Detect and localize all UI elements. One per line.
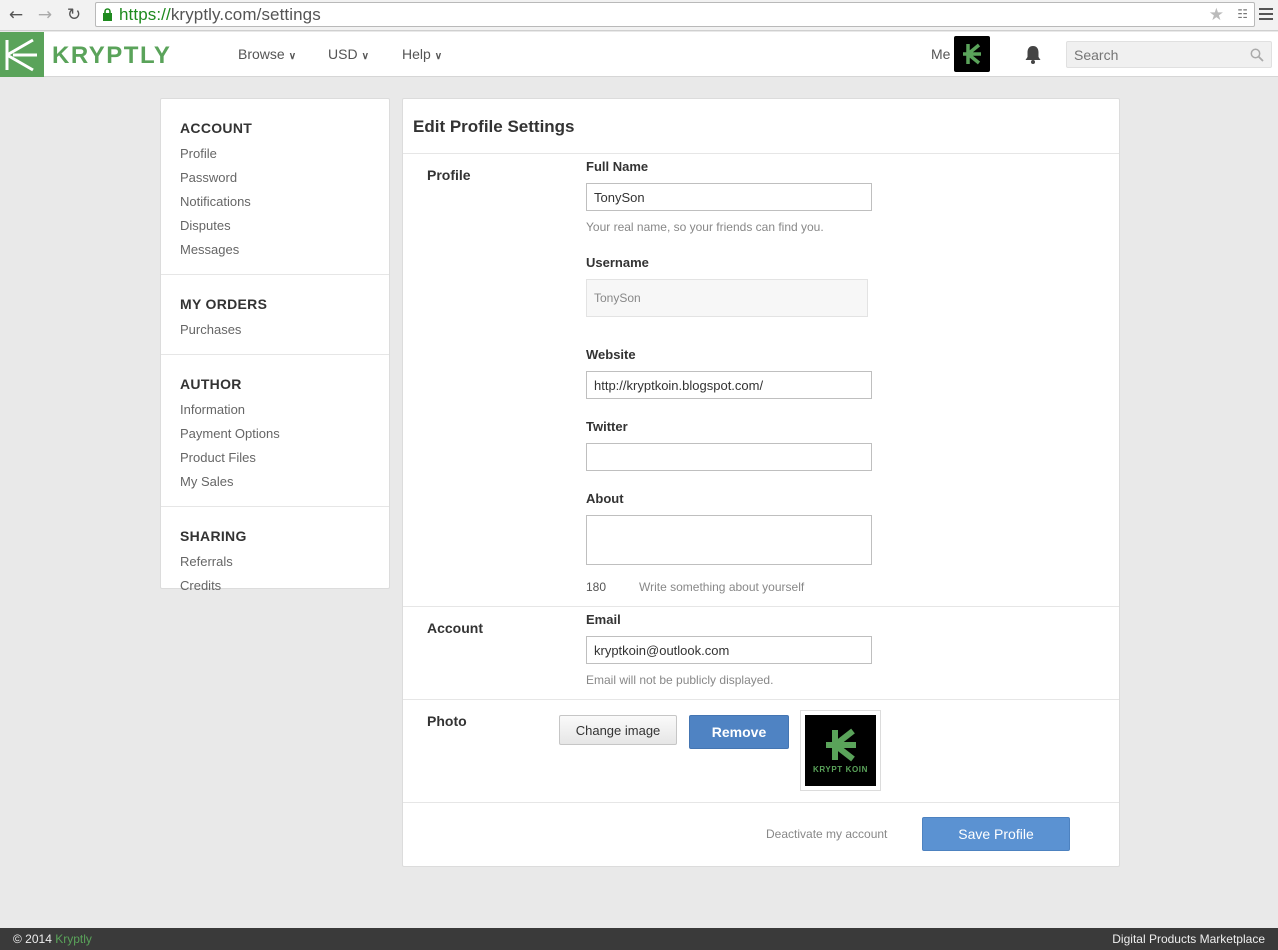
section-label-profile: Profile <box>427 167 471 183</box>
chevron-down-icon: ∨ <box>361 51 369 62</box>
nav-currency[interactable]: USD ∨ <box>328 46 369 62</box>
browser-menu-icon[interactable] <box>1259 5 1273 23</box>
section-label-photo: Photo <box>427 713 467 729</box>
reload-icon[interactable]: ↻ <box>63 4 85 26</box>
sidebar-item-payment-options[interactable]: Payment Options <box>180 422 389 446</box>
search-icon[interactable] <box>1250 48 1264 62</box>
email-help: Email will not be publicly displayed. <box>586 673 774 687</box>
twitter-field[interactable] <box>586 443 872 471</box>
forward-arrow-icon[interactable]: → <box>34 4 56 26</box>
sidebar-item-notifications[interactable]: Notifications <box>180 190 389 214</box>
edit-profile-panel: Edit Profile Settings Profile Full Name … <box>402 98 1120 867</box>
change-image-button[interactable]: Change image <box>559 715 677 745</box>
address-bar[interactable]: https://kryptly.com/settings ★ ☷ <box>95 2 1255 27</box>
profile-photo-image: KRYPT KOIN <box>805 715 876 786</box>
email-field[interactable] <box>586 636 872 664</box>
deactivate-account-link[interactable]: Deactivate my account <box>766 827 887 841</box>
full-name-help: Your real name, so your friends can find… <box>586 220 824 234</box>
about-char-counter: 180 <box>586 580 607 594</box>
sidebar-item-my-sales[interactable]: My Sales <box>180 470 389 494</box>
divider <box>403 699 1119 700</box>
sidebar-section-sharing: SHARING Referrals Credits <box>161 507 389 610</box>
username-field <box>586 279 868 317</box>
url-text: https://kryptly.com/settings <box>119 5 321 24</box>
chevron-down-icon: ∨ <box>288 51 297 62</box>
divider <box>403 802 1119 803</box>
full-name-field[interactable] <box>586 183 872 211</box>
username-label: Username <box>586 255 649 270</box>
search-input[interactable] <box>1067 42 1237 67</box>
sidebar-item-credits[interactable]: Credits <box>180 574 389 598</box>
photo-caption: KRYPT KOIN <box>812 765 869 774</box>
chevron-down-icon: ∨ <box>434 51 443 62</box>
twitter-label: Twitter <box>586 419 628 434</box>
sidebar-item-disputes[interactable]: Disputes <box>180 214 389 238</box>
sidebar-item-messages[interactable]: Messages <box>180 238 389 262</box>
website-label: Website <box>586 347 636 362</box>
sidebar-heading: AUTHOR <box>180 376 242 392</box>
section-label-account: Account <box>427 620 483 636</box>
back-arrow-icon[interactable]: ← <box>5 4 27 26</box>
bookmark-star-icon[interactable]: ★ <box>1209 5 1224 25</box>
sidebar-item-information[interactable]: Information <box>180 398 389 422</box>
avatar[interactable] <box>954 36 990 72</box>
save-profile-button[interactable]: Save Profile <box>922 817 1070 851</box>
divider <box>403 153 1119 154</box>
about-textarea[interactable] <box>586 515 872 565</box>
sidebar-item-password[interactable]: Password <box>180 166 389 190</box>
sidebar-section-account: ACCOUNT Profile Password Notifications D… <box>161 99 389 275</box>
logo-text[interactable]: KRYPTLY <box>52 42 171 70</box>
sidebar-section-author: AUTHOR Information Payment Options Produ… <box>161 355 389 507</box>
bell-icon[interactable] <box>1024 45 1042 64</box>
me-label[interactable]: Me <box>931 46 950 62</box>
sidebar-heading: MY ORDERS <box>180 296 268 312</box>
lock-icon <box>103 8 112 21</box>
logo-mark-icon[interactable] <box>0 32 44 77</box>
sidebar-item-product-files[interactable]: Product Files <box>180 446 389 470</box>
email-label: Email <box>586 612 621 627</box>
sidebar-section-orders: MY ORDERS Purchases <box>161 275 389 355</box>
site-footer: © 2014 Kryptly Digital Products Marketpl… <box>0 928 1278 950</box>
sidebar-heading: SHARING <box>180 528 247 544</box>
nav-browse[interactable]: Browse ∨ <box>238 46 296 62</box>
about-help: Write something about yourself <box>639 580 805 594</box>
translate-icon[interactable]: ☷ <box>1237 7 1248 21</box>
footer-brand-link[interactable]: Kryptly <box>55 932 92 946</box>
sidebar-heading: ACCOUNT <box>180 120 253 136</box>
kryptkoin-logo-icon <box>825 728 856 762</box>
page-title: Edit Profile Settings <box>413 117 575 136</box>
sidebar-item-profile[interactable]: Profile <box>180 142 389 166</box>
sidebar-item-purchases[interactable]: Purchases <box>180 318 389 342</box>
website-field[interactable] <box>586 371 872 399</box>
sidebar-item-referrals[interactable]: Referrals <box>180 550 389 574</box>
site-header: KRYPTLY Browse ∨ USD ∨ Help ∨ Me <box>0 32 1278 77</box>
footer-tagline: Digital Products Marketplace <box>1112 932 1265 946</box>
divider <box>403 606 1119 607</box>
settings-sidebar: ACCOUNT Profile Password Notifications D… <box>160 98 390 593</box>
full-name-label: Full Name <box>586 159 649 174</box>
nav-help[interactable]: Help ∨ <box>402 46 442 62</box>
remove-photo-button[interactable]: Remove <box>689 715 789 749</box>
browser-toolbar: ← → ↻ https://kryptly.com/settings ★ ☷ <box>0 0 1278 31</box>
profile-photo: KRYPT KOIN <box>800 710 881 791</box>
search-box <box>1066 41 1272 68</box>
about-label: About <box>586 491 624 506</box>
footer-copyright: © 2014 Kryptly <box>13 932 92 946</box>
